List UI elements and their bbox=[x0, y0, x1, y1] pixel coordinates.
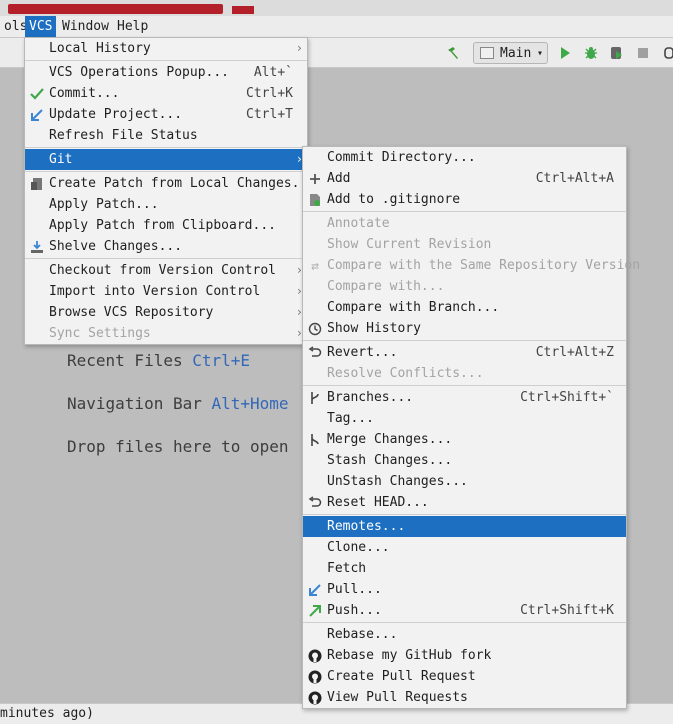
github-icon bbox=[307, 690, 323, 706]
clock-icon bbox=[307, 321, 323, 337]
hint-navigation-bar: Navigation Bar Alt+Home bbox=[67, 394, 289, 413]
separator bbox=[25, 147, 307, 148]
git-show-current-revision[interactable]: Show Current Revision bbox=[303, 234, 626, 255]
pull-arrow-icon bbox=[307, 582, 323, 598]
git-compare-same-repo-version[interactable]: ⇄ Compare with the Same Repository Versi… bbox=[303, 255, 640, 276]
git-pull[interactable]: Pull... bbox=[303, 579, 626, 600]
title-redacted bbox=[8, 4, 223, 14]
vcs-shelve-changes[interactable]: Shelve Changes... bbox=[25, 236, 307, 257]
coverage-icon[interactable] bbox=[606, 42, 628, 64]
vcs-git[interactable]: Git › bbox=[25, 149, 307, 170]
patch-icon bbox=[29, 176, 45, 192]
git-compare-with[interactable]: Compare with... bbox=[303, 276, 626, 297]
hint-text: Drop files here to open bbox=[67, 437, 289, 456]
build-hammer-icon[interactable] bbox=[442, 42, 464, 64]
git-show-history[interactable]: Show History bbox=[303, 318, 626, 339]
git-unstash-changes[interactable]: UnStash Changes... bbox=[303, 471, 626, 492]
vcs-update-project[interactable]: Update Project... Ctrl+T bbox=[25, 104, 307, 125]
git-submenu: Commit Directory... Add Ctrl+Alt+A Add to… bbox=[302, 146, 640, 709]
hint-drop-files: Drop files here to open bbox=[67, 437, 289, 456]
hint-text: Navigation Bar bbox=[67, 394, 202, 413]
search-everywhere-icon[interactable] bbox=[658, 42, 673, 64]
shelve-icon bbox=[29, 239, 45, 255]
git-fetch[interactable]: Fetch bbox=[303, 558, 626, 579]
separator bbox=[303, 514, 626, 515]
vcs-sync-settings[interactable]: Sync Settings › bbox=[25, 323, 307, 344]
run-config-icon bbox=[480, 47, 494, 59]
git-compare-with-branch[interactable]: Compare with Branch... bbox=[303, 297, 626, 318]
merge-icon bbox=[307, 432, 323, 448]
menu-vcs[interactable]: VCS bbox=[25, 16, 57, 37]
git-merge-changes[interactable]: Merge Changes... bbox=[303, 429, 626, 450]
git-clone[interactable]: Clone... bbox=[303, 537, 626, 558]
vcs-menu: Local History › VCS Operations Popup... Al… bbox=[24, 37, 315, 345]
git-annotate[interactable]: Annotate bbox=[303, 213, 626, 234]
git-tag[interactable]: Tag... bbox=[303, 408, 626, 429]
vcs-apply-patch[interactable]: Apply Patch... bbox=[25, 194, 307, 215]
menu-help[interactable]: Help bbox=[113, 16, 152, 37]
stop-icon[interactable] bbox=[632, 42, 654, 64]
separator bbox=[303, 622, 626, 623]
git-reset-head[interactable]: Reset HEAD... bbox=[303, 492, 626, 513]
separator bbox=[25, 60, 307, 61]
separator bbox=[303, 211, 626, 212]
github-icon bbox=[307, 648, 323, 664]
github-icon bbox=[307, 669, 323, 685]
git-commit-directory[interactable]: Commit Directory... bbox=[303, 147, 626, 168]
git-rebase-github-fork[interactable]: Rebase my GitHub fork bbox=[303, 645, 626, 666]
git-stash-changes[interactable]: Stash Changes... bbox=[303, 450, 626, 471]
check-icon bbox=[29, 86, 45, 102]
hint-shortcut: Alt+Home bbox=[211, 394, 289, 413]
separator bbox=[25, 171, 307, 172]
update-arrow-icon bbox=[29, 107, 45, 123]
gitignore-file-icon bbox=[307, 192, 323, 208]
run-config-select[interactable]: Main ▾ bbox=[473, 42, 548, 64]
separator bbox=[303, 340, 626, 341]
title-bar bbox=[0, 0, 673, 16]
git-branches[interactable]: Branches... Ctrl+Shift+` bbox=[303, 387, 626, 408]
title-redacted-2 bbox=[232, 6, 254, 14]
hint-shortcut: Ctrl+E bbox=[192, 351, 251, 370]
git-add-to-gitignore[interactable]: Add to .gitignore bbox=[303, 189, 626, 210]
status-text: minutes ago) bbox=[0, 706, 94, 721]
git-push[interactable]: Push... Ctrl+Shift+K bbox=[303, 600, 626, 621]
compare-arrows-icon: ⇄ bbox=[311, 258, 319, 274]
vcs-commit[interactable]: Commit... Ctrl+K bbox=[25, 83, 307, 104]
chevron-right-icon: › bbox=[295, 41, 303, 55]
run-play-icon[interactable] bbox=[554, 42, 576, 64]
git-create-pull-request[interactable]: Create Pull Request bbox=[303, 666, 626, 687]
vcs-checkout[interactable]: Checkout from Version Control › bbox=[25, 260, 307, 281]
separator bbox=[25, 258, 307, 259]
push-arrow-icon bbox=[307, 603, 323, 619]
git-rebase[interactable]: Rebase... bbox=[303, 624, 626, 645]
menu-bar: ols VCS Window Help bbox=[0, 16, 673, 38]
reset-icon bbox=[307, 495, 323, 511]
debug-bug-icon[interactable] bbox=[580, 42, 602, 64]
revert-icon bbox=[307, 345, 323, 361]
hint-recent-files: Recent Files Ctrl+E bbox=[67, 351, 250, 370]
plus-icon bbox=[307, 171, 323, 187]
menu-window[interactable]: Window bbox=[58, 16, 113, 37]
hint-text: Recent Files bbox=[67, 351, 183, 370]
git-revert[interactable]: Revert... Ctrl+Alt+Z bbox=[303, 342, 626, 363]
git-remotes[interactable]: Remotes... bbox=[303, 516, 626, 537]
vcs-import[interactable]: Import into Version Control › bbox=[25, 281, 307, 302]
git-add[interactable]: Add Ctrl+Alt+A bbox=[303, 168, 626, 189]
branch-icon bbox=[307, 390, 323, 406]
chevron-down-icon: ▾ bbox=[536, 47, 543, 59]
vcs-create-patch[interactable]: Create Patch from Local Changes... bbox=[25, 173, 315, 194]
vcs-apply-patch-clipboard[interactable]: Apply Patch from Clipboard... bbox=[25, 215, 307, 236]
vcs-local-history[interactable]: Local History › bbox=[25, 38, 307, 59]
git-view-pull-requests[interactable]: View Pull Requests bbox=[303, 687, 626, 708]
vcs-browse-repository[interactable]: Browse VCS Repository › bbox=[25, 302, 307, 323]
vcs-refresh-file-status[interactable]: Refresh File Status bbox=[25, 125, 307, 146]
separator bbox=[303, 385, 626, 386]
run-config-label: Main bbox=[500, 45, 532, 61]
vcs-operations-popup[interactable]: VCS Operations Popup... Alt+` bbox=[25, 62, 307, 83]
git-resolve-conflicts[interactable]: Resolve Conflicts... bbox=[303, 363, 626, 384]
